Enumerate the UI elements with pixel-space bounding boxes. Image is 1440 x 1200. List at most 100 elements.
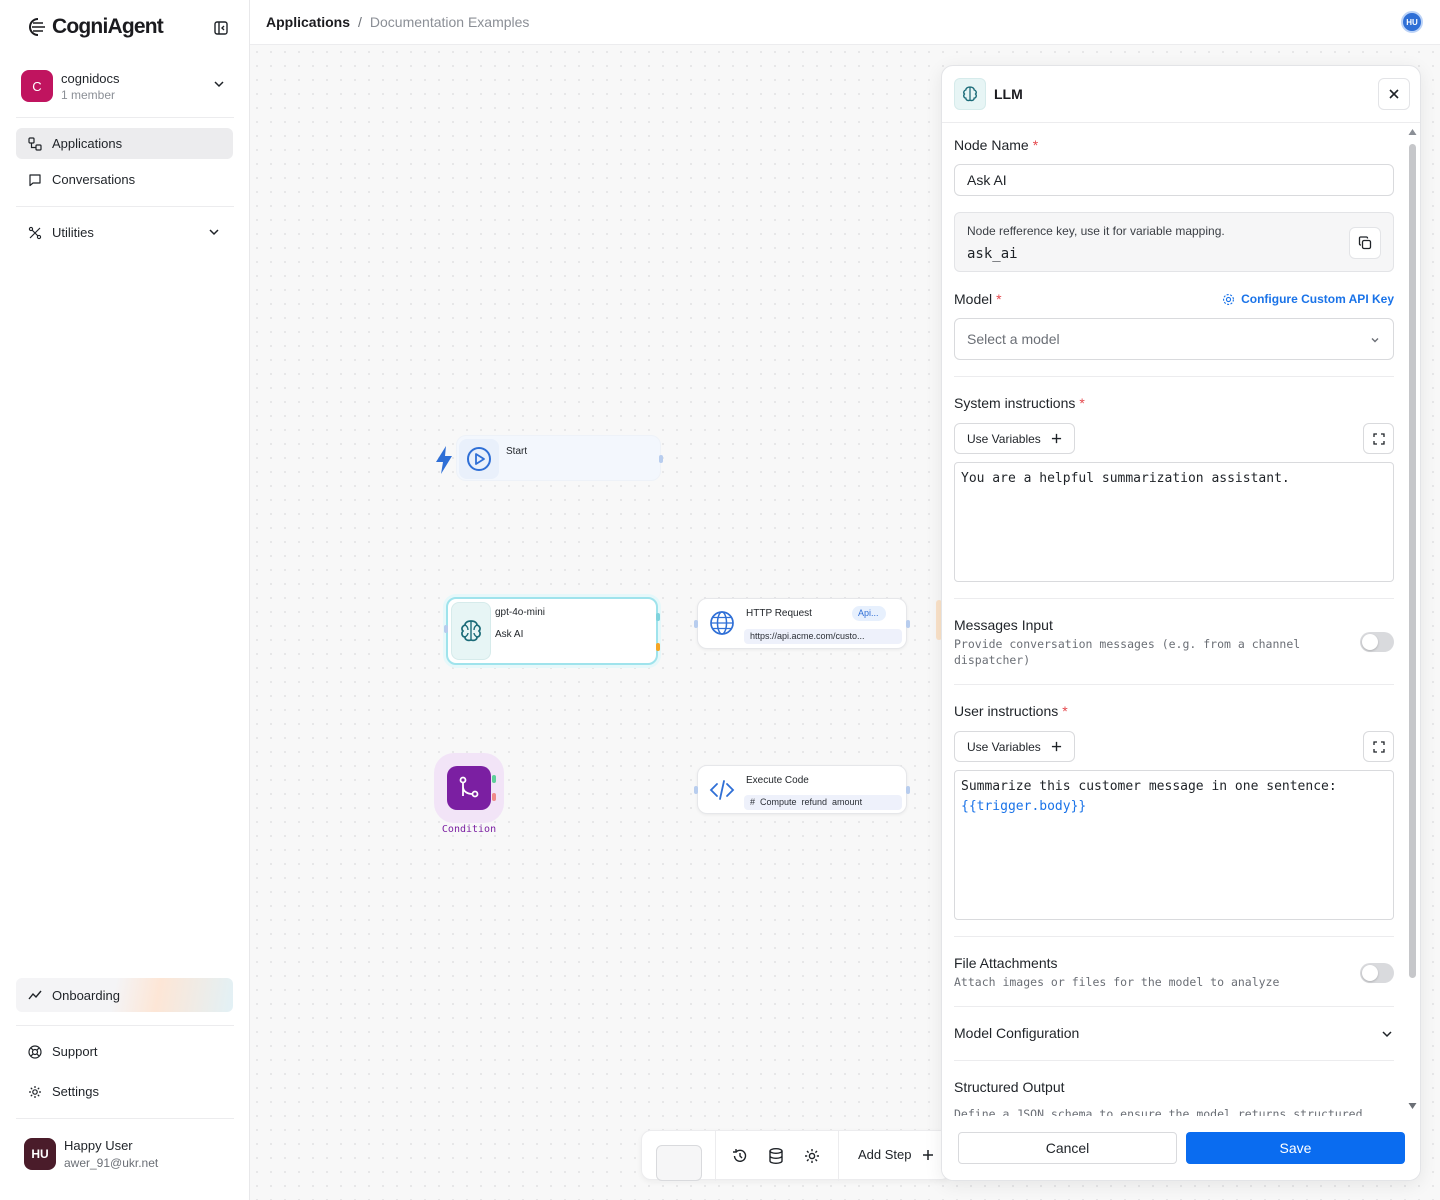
history-icon[interactable] xyxy=(731,1147,749,1165)
input-port[interactable] xyxy=(444,625,448,633)
messages-input-label: Messages Input xyxy=(954,617,1053,633)
user-profile[interactable]: HU Happy User awer_91@ukr.net xyxy=(16,1128,234,1180)
input-port[interactable] xyxy=(694,786,698,794)
start-node[interactable]: Start xyxy=(456,435,663,481)
output-port[interactable] xyxy=(906,620,910,628)
divider xyxy=(16,1118,234,1119)
add-step-label: Add Step xyxy=(858,1147,912,1162)
code-icon xyxy=(709,780,735,800)
file-attachments-description: Attach images or files for the model to … xyxy=(954,975,1280,989)
collapse-sidebar-icon[interactable] xyxy=(212,19,230,37)
workspace-switcher[interactable]: C cognidocs 1 member xyxy=(16,62,234,110)
divider xyxy=(16,117,234,118)
structured-output-description: Define a JSON schema to ensure the model… xyxy=(954,1107,1363,1116)
minimap-thumbnail[interactable] xyxy=(656,1145,702,1181)
sidebar-item-settings[interactable]: Settings xyxy=(16,1076,233,1107)
header-avatar[interactable]: HU xyxy=(1401,11,1423,33)
sidebar-item-conversations[interactable]: Conversations xyxy=(16,164,233,195)
configure-api-key-label: Configure Custom API Key xyxy=(1241,292,1394,306)
use-variables-label: Use Variables xyxy=(967,431,1041,446)
structured-output-label: Structured Output xyxy=(954,1079,1065,1095)
workspace-name: cognidocs xyxy=(61,70,120,86)
panel-scrollbar[interactable] xyxy=(1406,128,1418,1110)
divider xyxy=(954,936,1394,937)
globe-icon xyxy=(710,611,734,635)
error-port[interactable] xyxy=(656,643,660,651)
input-port[interactable] xyxy=(694,620,698,628)
expand-icon xyxy=(1372,432,1385,445)
brain-icon xyxy=(461,620,481,642)
workspace-members: 1 member xyxy=(61,87,116,102)
panel-body: Node Name * Ask AI Node refference key, u… xyxy=(942,123,1420,1116)
true-port[interactable] xyxy=(492,775,496,783)
gear-icon xyxy=(29,1085,41,1098)
sidebar-item-support[interactable]: Support xyxy=(16,1036,233,1067)
user-use-variables-button[interactable]: Use Variables xyxy=(954,731,1075,762)
tools-icon xyxy=(28,226,42,239)
configure-api-key-link[interactable]: Configure Custom API Key xyxy=(1222,292,1394,306)
canvas-toolbar: Add Step xyxy=(641,1130,951,1181)
http-node-title: HTTP Request xyxy=(746,608,812,619)
code-node-snippet: # Compute refund amount xyxy=(744,795,902,810)
gear-icon[interactable] xyxy=(803,1147,821,1165)
brand-logo-icon xyxy=(29,18,45,36)
http-node-tag: Api... xyxy=(852,606,886,621)
scroll-down-icon[interactable] xyxy=(1408,1102,1417,1110)
node-name-input[interactable]: Ask AI xyxy=(954,164,1394,196)
save-button[interactable]: Save xyxy=(1186,1132,1405,1164)
sidebar-item-utilities[interactable]: Utilities xyxy=(16,217,233,248)
onboarding-button[interactable]: Onboarding xyxy=(16,978,233,1012)
divider xyxy=(954,376,1394,377)
onboarding-label: Onboarding xyxy=(52,987,120,1003)
expand-icon xyxy=(1372,740,1385,753)
condition-node-label: Condition xyxy=(441,824,497,835)
close-button[interactable] xyxy=(1378,78,1410,110)
divider xyxy=(954,684,1394,685)
database-icon[interactable] xyxy=(767,1147,785,1165)
output-port[interactable] xyxy=(906,786,910,794)
http-request-node[interactable]: HTTP Request Api... https://api.acme.com… xyxy=(694,598,910,649)
system-use-variables-button[interactable]: Use Variables xyxy=(954,423,1075,454)
user-name: Happy User xyxy=(64,1138,133,1153)
llm-node[interactable]: gpt-4o-mini Ask AI xyxy=(444,597,660,665)
messages-input-toggle[interactable] xyxy=(1360,632,1394,652)
plus-icon xyxy=(922,1149,933,1160)
messages-input-description: Provide conversation messages (e.g. from… xyxy=(954,637,1301,667)
llm-node-title: gpt-4o-mini xyxy=(495,607,546,618)
breadcrumb-applications[interactable]: Applications xyxy=(266,14,350,30)
required-mark: * xyxy=(1032,137,1039,153)
start-node-title: Start xyxy=(506,446,528,457)
cancel-button[interactable]: Cancel xyxy=(958,1132,1177,1164)
false-port[interactable] xyxy=(492,793,496,801)
output-port[interactable] xyxy=(656,613,660,621)
plus-icon xyxy=(1051,433,1061,444)
chevron-down-icon[interactable] xyxy=(1380,1027,1394,1041)
file-attachments-toggle[interactable] xyxy=(1360,963,1394,983)
add-step-button[interactable]: Add Step xyxy=(858,1147,934,1162)
required-mark: * xyxy=(1079,395,1085,411)
breadcrumb: Applications / Documentation Examples xyxy=(266,14,529,30)
model-select[interactable]: Select a model xyxy=(954,318,1394,360)
start-node-icon-box xyxy=(459,439,499,479)
output-port[interactable] xyxy=(659,455,663,463)
execute-code-node[interactable]: Execute Code # Compute refund amount xyxy=(694,765,910,814)
sidebar-item-label: Support xyxy=(52,1044,98,1059)
panel-header: LLM xyxy=(942,66,1420,123)
system-expand-button[interactable] xyxy=(1363,423,1394,454)
sidebar-item-applications[interactable]: Applications xyxy=(16,128,233,159)
template-variable: {{trigger.body}} xyxy=(961,799,1087,814)
condition-node[interactable] xyxy=(434,753,504,823)
brand[interactable]: CogniAgent xyxy=(27,15,164,39)
divider xyxy=(715,1131,716,1181)
user-expand-button[interactable] xyxy=(1363,731,1394,762)
scroll-up-icon[interactable] xyxy=(1408,128,1417,136)
copy-button[interactable] xyxy=(1349,227,1381,259)
model-configuration-toggle[interactable]: Model Configuration xyxy=(954,1025,1079,1041)
system-instructions-textarea[interactable]: You are a helpful summarization assistan… xyxy=(954,462,1394,582)
sidebar-item-label: Utilities xyxy=(52,225,94,240)
sidebar: CogniAgent C cognidocs 1 member Applicat… xyxy=(0,0,250,1200)
top-header: Applications / Documentation Examples HU xyxy=(250,0,1440,45)
scrollbar-thumb[interactable] xyxy=(1409,144,1416,978)
panel-footer: Cancel Save xyxy=(942,1116,1420,1180)
user-instructions-textarea[interactable]: Summarize this customer message in one s… xyxy=(954,770,1394,920)
